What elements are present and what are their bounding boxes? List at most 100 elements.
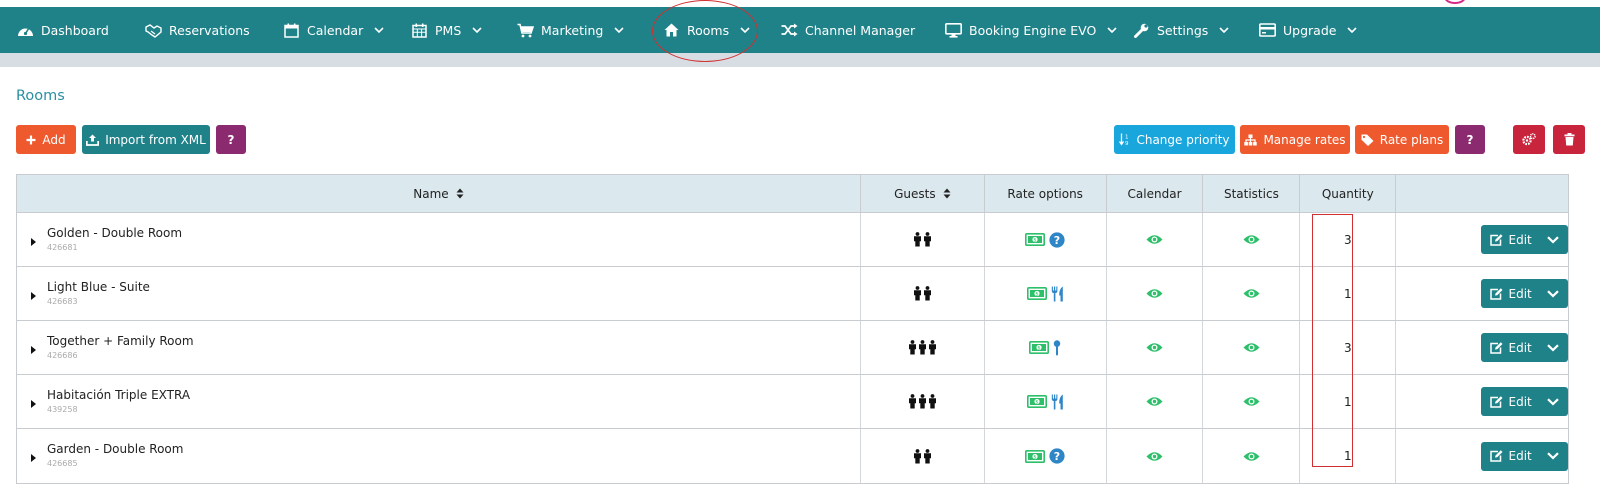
eye-icon[interactable]	[1243, 234, 1260, 245]
rate-plans-button[interactable]: Rate plans	[1355, 125, 1449, 154]
nav-label: Booking Engine EVO	[969, 22, 1097, 38]
question-icon[interactable]: ?	[1049, 231, 1065, 248]
edit-button-group: Edit	[1480, 441, 1568, 471]
edit-label: Edit	[1508, 449, 1532, 463]
manage-rates-button[interactable]: Manage rates	[1240, 125, 1350, 154]
money-icon: $	[1025, 233, 1046, 246]
edit-label: Edit	[1508, 340, 1532, 355]
nav-reservations[interactable]: Reservations	[144, 7, 250, 53]
room-name[interactable]: Light Blue - Suite	[47, 279, 150, 295]
nav-label: Marketing	[541, 22, 604, 38]
table-header: Name Guests Rate options Calendar Statis…	[17, 175, 1568, 213]
calendar-icon	[282, 21, 300, 39]
rate-icons: $?	[1025, 448, 1065, 464]
rate-icons: $	[1029, 339, 1061, 356]
change-priority-button[interactable]: 19 Change priority	[1114, 125, 1235, 154]
eye-icon[interactable]	[1243, 288, 1260, 299]
eye-icon[interactable]	[1243, 342, 1260, 353]
edit-icon	[1489, 395, 1503, 408]
room-id: 426681	[47, 242, 78, 252]
edit-dropdown-toggle[interactable]	[1538, 333, 1568, 362]
chevron-down-icon	[614, 25, 624, 35]
calendar-cell	[1107, 321, 1204, 374]
edit-button[interactable]: Edit	[1481, 442, 1538, 471]
delete-button[interactable]	[1553, 125, 1585, 154]
chevron-down-icon	[1546, 343, 1559, 352]
rate-icons: $?	[1025, 231, 1065, 248]
room-name[interactable]: Together + Family Room	[47, 333, 194, 349]
edit-button[interactable]: Edit	[1481, 279, 1538, 308]
room-name-block: Light Blue - Suite 426683	[47, 279, 150, 309]
top-strip	[0, 0, 1600, 7]
person-icon	[928, 340, 937, 355]
expand-caret-icon[interactable]	[31, 237, 36, 246]
nav-marketing[interactable]: Marketing	[516, 7, 624, 53]
room-name[interactable]: Habitación Triple EXTRA	[47, 387, 190, 403]
room-name[interactable]: Golden - Double Room	[47, 225, 182, 241]
edit-dropdown-toggle[interactable]	[1538, 225, 1568, 254]
add-button[interactable]: Add	[16, 125, 76, 154]
chevron-down-icon	[374, 25, 384, 35]
settings-cogs-button[interactable]	[1513, 125, 1545, 154]
room-name-cell: Light Blue - Suite 426683	[17, 267, 861, 320]
nav-channel-manager[interactable]: Channel Manager	[780, 7, 915, 53]
eye-icon[interactable]	[1146, 396, 1163, 407]
person-icon	[918, 340, 927, 355]
help-button-right[interactable]: ?	[1455, 125, 1485, 154]
nav-label: Dashboard	[41, 22, 109, 38]
nav-dashboard[interactable]: Dashboard	[16, 7, 109, 53]
grid-calendar-icon	[410, 21, 428, 39]
room-name-cell: Garden - Double Room 426685	[17, 429, 861, 483]
eye-icon[interactable]	[1146, 234, 1163, 245]
eye-icon[interactable]	[1243, 451, 1260, 462]
money-icon: $	[1025, 449, 1046, 463]
header-name[interactable]: Name	[17, 175, 861, 212]
edit-button[interactable]: Edit	[1481, 333, 1538, 362]
expand-caret-icon[interactable]	[31, 345, 36, 354]
rate-icons: $	[1026, 394, 1064, 410]
rate-options-cell: $	[985, 375, 1107, 428]
actions-cell: Edit	[1396, 429, 1568, 483]
nav-upgrade[interactable]: Upgrade	[1258, 7, 1358, 53]
edit-label: Edit	[1508, 232, 1532, 247]
money-icon: $	[1026, 395, 1047, 408]
room-name[interactable]: Garden - Double Room	[47, 441, 183, 457]
edit-icon	[1489, 233, 1503, 246]
navbar-subbar	[0, 53, 1600, 67]
edit-dropdown-toggle[interactable]	[1538, 387, 1568, 416]
rate-options-cell: $	[985, 321, 1107, 374]
rate-options-cell: $	[985, 267, 1107, 320]
rate-icons: $	[1026, 286, 1064, 302]
nav-booking-engine[interactable]: Booking Engine EVO	[944, 7, 1117, 53]
header-quantity: Quantity	[1300, 175, 1397, 212]
help-button[interactable]: ?	[216, 125, 246, 154]
chevron-down-icon	[1546, 235, 1559, 244]
eye-icon[interactable]	[1146, 342, 1163, 353]
edit-dropdown-toggle[interactable]	[1538, 279, 1568, 308]
edit-button[interactable]: Edit	[1481, 387, 1538, 416]
expand-caret-icon[interactable]	[31, 454, 36, 462]
calendar-cell	[1107, 267, 1204, 320]
expand-caret-icon[interactable]	[31, 291, 36, 300]
nav-calendar[interactable]: Calendar	[282, 7, 384, 53]
guests-cell	[861, 267, 985, 320]
eye-icon[interactable]	[1146, 288, 1163, 299]
import-xml-button[interactable]: Import from XML	[82, 125, 210, 154]
room-name-block: Garden - Double Room 426685	[47, 441, 183, 471]
nav-pms[interactable]: PMS	[410, 7, 482, 53]
header-guests-label: Guests	[894, 186, 936, 201]
eye-icon[interactable]	[1243, 396, 1260, 407]
room-id: 426686	[47, 350, 78, 360]
header-guests[interactable]: Guests	[861, 175, 985, 212]
person-icon	[913, 286, 922, 301]
edit-icon	[1489, 450, 1503, 462]
edit-dropdown-toggle[interactable]	[1538, 442, 1568, 471]
chevron-down-icon	[1107, 25, 1117, 35]
nav-settings[interactable]: Settings	[1132, 7, 1229, 53]
question-icon[interactable]: ?	[1049, 448, 1065, 464]
calendar-cell	[1107, 213, 1204, 266]
edit-button[interactable]: Edit	[1481, 225, 1538, 254]
expand-caret-icon[interactable]	[31, 399, 36, 408]
eye-icon[interactable]	[1146, 451, 1163, 462]
guests-cell	[861, 321, 985, 374]
